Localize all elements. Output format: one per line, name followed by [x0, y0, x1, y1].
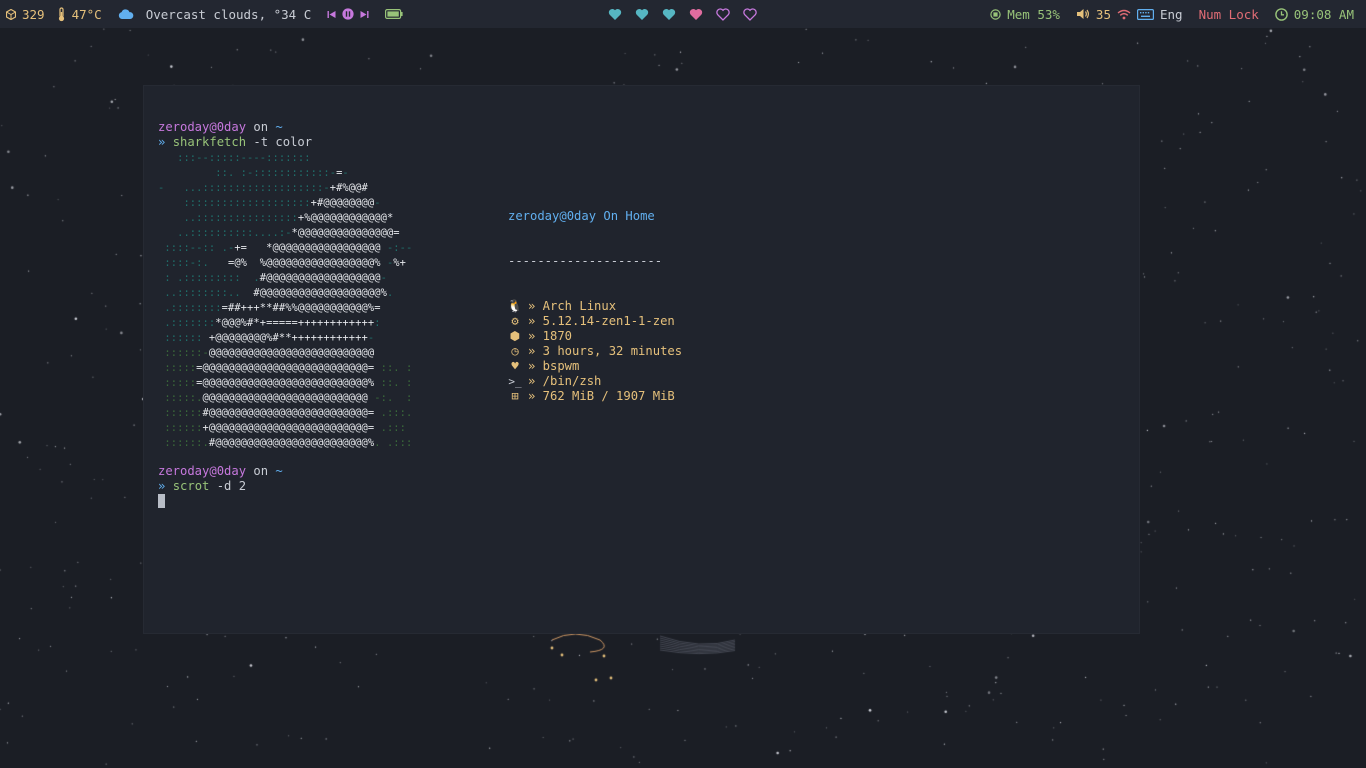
info-row-text: » Arch Linux — [528, 299, 617, 313]
package-icon: ⬢ — [509, 329, 521, 343]
info-divider: --------------------- — [508, 254, 663, 268]
command-line-2: » scrot -d 2 — [158, 479, 246, 494]
memory-usage: Mem 53% — [1007, 6, 1060, 22]
workspace-indicators — [607, 0, 758, 28]
ascii-art-line: - ...:::::::::::::::::::-+#%@@# — [158, 182, 368, 194]
workspace-6-heart-icon[interactable] — [742, 6, 758, 22]
media-next-icon[interactable] — [360, 10, 369, 19]
volume-level[interactable]: 35 — [1096, 7, 1111, 22]
command-args: -t color — [246, 135, 313, 149]
ascii-art-line: :::--:::::----::::::: — [177, 152, 311, 164]
volume-icon[interactable] — [1076, 8, 1090, 20]
clock-time: 09:08 AM — [1293, 6, 1354, 22]
ascii-art-line: ::. :-::::::::::::-=- — [215, 167, 349, 179]
media-previous-icon[interactable] — [327, 10, 336, 19]
prompt-line-2: zeroday@0day on ~ — [158, 464, 283, 479]
prompt-on: on — [246, 464, 276, 478]
ascii-art-line: ::::::.#@@@@@@@@@@@@@@@@@@@@@@@@%. .::: — [164, 437, 413, 449]
workspace-2-heart-icon[interactable] — [634, 6, 650, 22]
ascii-art-line: :::::=@@@@@@@@@@@@@@@@@@@@@@@@@@% ::. : — [164, 377, 413, 389]
ascii-art-line: ::::::-@@@@@@@@@@@@@@@@@@@@@@@@@@ — [164, 347, 375, 359]
ascii-art-line: .::::::::=##+++**##%%@@@@@@@@@@@%= — [164, 302, 381, 314]
info-row-text: » 5.12.14-zen1-1-zen — [528, 314, 675, 328]
bar-left-modules: 329 47°C Overcast clouds, °34 C — [6, 0, 403, 28]
memory-chip-icon: ⊞ — [511, 389, 519, 403]
workspace-1-heart-icon[interactable] — [607, 6, 623, 22]
cloud-icon — [118, 8, 134, 20]
wifi-icon[interactable] — [1117, 9, 1131, 20]
system-info-block: zeroday@0day On Home -------------------… — [507, 179, 682, 434]
clock-icon — [1274, 7, 1288, 21]
prompt-user: zeroday@0day — [158, 120, 247, 134]
info-row-text: » /bin/zsh — [528, 374, 602, 388]
prompt-on: on — [246, 120, 276, 134]
weather-text: Overcast clouds, °34 C — [145, 6, 312, 22]
info-rows: 🐧 » Arch Linux ⚙ » 5.12.14-zen1-1-zen ⬢ » 187… — [507, 299, 682, 404]
ascii-art-line: ..::::::::::....:-*@@@@@@@@@@@@@@@= — [177, 227, 400, 239]
info-row-text: » 3 hours, 32 minutes — [528, 344, 683, 358]
info-row: ♥ » bspwm — [508, 359, 682, 374]
terminal-window[interactable]: zeroday@0day on ~ » sharkfetch -t color … — [144, 86, 1139, 633]
linux-penguin-icon: 🐧 — [507, 299, 523, 313]
ascii-art-line: :::::=@@@@@@@@@@@@@@@@@@@@@@@@@@= ::. : — [164, 362, 413, 374]
ascii-art-line: ::::::#@@@@@@@@@@@@@@@@@@@@@@@@@= .:::. — [164, 407, 413, 419]
media-pause-icon[interactable] — [342, 8, 354, 20]
thermometer-icon — [57, 6, 66, 22]
info-header: zeroday@0day On Home — [508, 209, 655, 223]
ascii-art-line: ::::::+@@@@@@@@@@@@@@@@@@@@@@@@@= .::: — [164, 422, 407, 434]
info-row: ◷ » 3 hours, 32 minutes — [508, 344, 682, 359]
terminal-prompt-icon: >_ — [508, 375, 522, 388]
ascii-art-line: ::::--:: .-+= *@@@@@@@@@@@@@@@@@ -:-- — [164, 242, 413, 254]
command-name: sharkfetch — [172, 135, 247, 149]
ascii-art-line: :::::: +@@@@@@@@%#**++++++++++++- — [164, 332, 375, 344]
info-row: ⚙ » 5.12.14-zen1-1-zen — [508, 314, 682, 329]
updates-count[interactable]: 329 — [22, 7, 45, 22]
workspace-5-heart-icon[interactable] — [715, 6, 731, 22]
info-row: >_ » /bin/zsh — [508, 374, 682, 389]
memory-icon — [990, 8, 1001, 20]
prompt-directory: ~ — [275, 120, 283, 134]
ascii-art-line: ..::::::::::::::::+%@@@@@@@@@@@@* — [183, 212, 394, 224]
command-name: scrot — [172, 479, 210, 493]
prompt-arrow: » — [158, 135, 166, 149]
ascii-art-line: ::::::::::::::::::::+#@@@@@@@@- — [183, 197, 381, 209]
workspace-3-heart-icon[interactable] — [661, 6, 677, 22]
cpu-temperature: 47°C — [71, 6, 102, 22]
keyboard-layout[interactable]: Eng — [1160, 7, 1183, 22]
info-row-text: » 762 MiB / 1907 MiB — [528, 389, 675, 403]
prompt-arrow: » — [158, 479, 166, 493]
num-lock-indicator: Num Lock — [1198, 6, 1259, 22]
battery-icon — [385, 9, 403, 19]
ascii-art-line: .:::::::*@@@%#*+=====++++++++++++: — [164, 317, 381, 329]
top-status-bar: 329 47°C Overcast clouds, °34 C Mem 53% — [0, 0, 1366, 28]
info-row: ⊞ » 762 MiB / 1907 MiB — [508, 389, 682, 404]
command-args: -d 2 — [209, 479, 247, 493]
ascii-art-line: ..::::::::.. #@@@@@@@@@@@@@@@@@@@%. — [164, 287, 394, 299]
prompt-user: zeroday@0day — [158, 464, 247, 478]
package-updates-icon — [6, 8, 16, 20]
heart-icon: ♥ — [511, 359, 519, 373]
keyboard-icon — [1136, 8, 1154, 20]
command-line-1: » sharkfetch -t color — [158, 135, 312, 150]
clock-icon: ◷ — [511, 344, 519, 358]
info-row-text: » bspwm — [528, 359, 580, 373]
info-row: ⬢ » 1870 — [508, 329, 682, 344]
info-row-text: » 1870 — [528, 329, 573, 343]
text-cursor — [158, 494, 165, 508]
ascii-art-line: ::::-:. =@% %@@@@@@@@@@@@@@@@@% -%+ — [164, 257, 407, 269]
ascii-art-line: :::::.@@@@@@@@@@@@@@@@@@@@@@@@@@ -:. : — [164, 392, 413, 404]
shark-ascii-art: :::--:::::----::::::: ::. :-::::::::::::… — [158, 151, 412, 451]
gear-icon: ⚙ — [511, 314, 519, 328]
prompt-directory: ~ — [275, 464, 283, 478]
bar-right-modules: Mem 53% 35 Eng Num Lock 09:08 AM — [990, 0, 1354, 28]
info-row: 🐧 » Arch Linux — [507, 299, 682, 314]
ascii-art-line: : .::::::::: .#@@@@@@@@@@@@@@@@@@- — [164, 272, 387, 284]
workspace-4-heart-icon[interactable] — [688, 6, 704, 22]
prompt-line-1: zeroday@0day on ~ — [158, 120, 283, 135]
